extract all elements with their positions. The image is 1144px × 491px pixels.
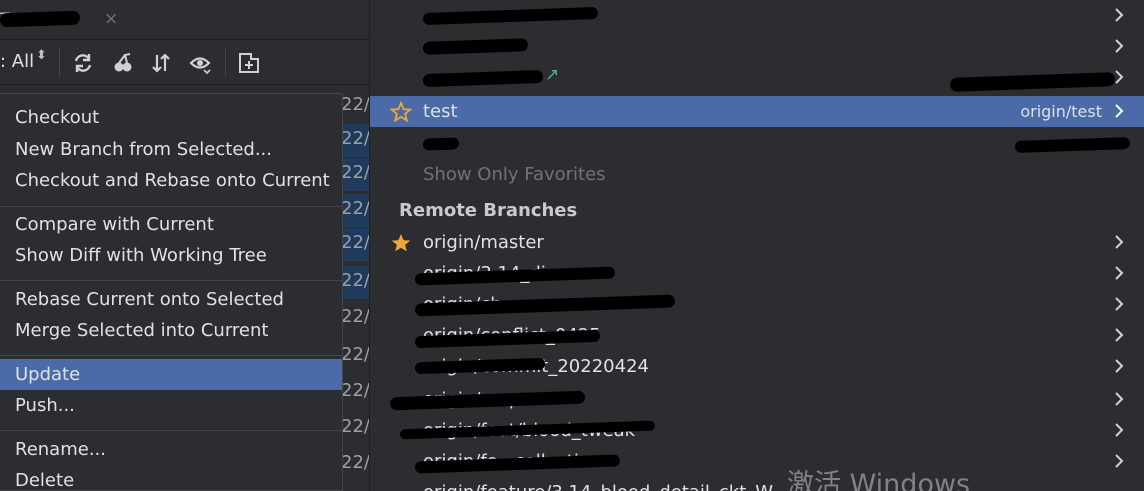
chevron-right-icon[interactable] <box>1112 296 1126 312</box>
toolbar-separator <box>59 47 60 77</box>
activate-windows-watermark: 激活 Windows <box>787 469 971 491</box>
remote-branch-row[interactable]: origin/conflict_0425 <box>370 320 1144 351</box>
chevron-right-icon[interactable] <box>1112 391 1126 407</box>
menu-separator <box>0 355 342 356</box>
remote-branch-row[interactable]: origin/3.14_discover <box>370 258 1144 289</box>
chevron-right-icon[interactable] <box>1112 422 1126 438</box>
menu-item-delete[interactable]: Delete <box>0 465 342 491</box>
dropdown-arrows-icon: ⬍ <box>36 48 47 63</box>
remote-branch-row[interactable]: origin/master <box>370 227 1144 258</box>
tab-close-icon[interactable]: × <box>104 9 118 29</box>
log-toolbar: : All ⬍ <box>0 41 369 85</box>
remote-branch-row[interactable]: origin/fe...collection <box>370 446 1144 477</box>
branch-row[interactable] <box>370 127 1144 158</box>
chevron-right-icon[interactable] <box>1112 7 1126 23</box>
favorite-star-filled-icon[interactable] <box>390 232 412 254</box>
redaction-mark <box>1014 136 1131 154</box>
chevron-right-icon[interactable] <box>1112 358 1126 374</box>
branch-context-menu: Checkout New Branch from Selected... Che… <box>0 93 343 491</box>
remote-branches-header: Remote Branches <box>399 200 578 221</box>
branch-name: origin/feature/3.14_blood_detail_ckt_W <box>423 477 773 491</box>
branch-row[interactable] <box>370 31 1144 62</box>
redaction-mark <box>422 38 529 55</box>
commit-date[interactable]: 22/ <box>341 340 369 373</box>
show-only-favorites-row[interactable]: Show Only Favorites <box>370 159 1144 190</box>
branch-row-selected[interactable]: test origin/test <box>370 96 1144 127</box>
menu-item-rebase-current-onto-selected[interactable]: Rebase Current onto Selected <box>0 284 342 315</box>
branch-filter-dropdown[interactable]: : All <box>0 51 34 72</box>
tracking-branch: origin/test <box>1020 102 1102 121</box>
branch-name: test <box>423 101 458 122</box>
commit-date[interactable]: 22/ <box>341 158 369 191</box>
chevron-right-icon[interactable] <box>1112 234 1126 250</box>
chevron-right-icon[interactable] <box>1112 327 1126 343</box>
branches-popup: ↗ test origin/test Show Only Favorites R… <box>370 0 1144 491</box>
menu-separator <box>0 280 342 281</box>
chevron-right-icon[interactable] <box>1112 265 1126 281</box>
menu-item-rename[interactable]: Rename... <box>0 434 342 465</box>
chevron-right-icon[interactable] <box>1112 38 1126 54</box>
remote-branch-row[interactable]: origin/feat/blood_tweak <box>370 415 1144 446</box>
commit-date[interactable]: 22/ <box>341 228 369 261</box>
commit-date[interactable]: 22/ <box>341 412 369 445</box>
cherry-pick-icon[interactable] <box>110 50 136 76</box>
commit-date[interactable]: 22/ <box>341 376 369 409</box>
remote-branch-row[interactable]: origin/ch <box>370 289 1144 320</box>
commit-date[interactable]: 22/ <box>341 266 369 299</box>
menu-item-checkout[interactable]: Checkout <box>0 102 342 133</box>
menu-item-merge-selected-into-current[interactable]: Merge Selected into Current <box>0 315 342 346</box>
remote-branch-row[interactable]: origin/feature/3.14_blood_detail_ckt_W <box>370 477 1144 491</box>
chevron-right-icon[interactable] <box>1112 453 1126 469</box>
git-log-tool-window: Ts 4 ▾ × : All ⬍ 22/ 22/ 22/ 22/ 22/ 22/… <box>0 0 370 491</box>
eye-icon[interactable] <box>187 50 213 76</box>
menu-item-push[interactable]: Push... <box>0 390 342 421</box>
menu-item-compare-with-current[interactable]: Compare with Current <box>0 209 342 240</box>
tab-strip: Ts 4 ▾ × <box>0 0 369 40</box>
chevron-right-icon[interactable] <box>1112 69 1126 85</box>
commit-date[interactable]: 22/ <box>341 448 369 481</box>
redaction-mark <box>422 69 544 88</box>
menu-item-checkout-and-rebase[interactable]: Checkout and Rebase onto Current <box>0 165 342 196</box>
branch-row[interactable]: ↗ <box>370 62 1144 93</box>
commit-date[interactable]: 22/ <box>341 194 369 227</box>
favorite-star-outline-icon[interactable] <box>390 101 412 123</box>
redaction-mark <box>422 6 599 26</box>
branch-name: origin/master <box>423 232 544 253</box>
chevron-right-icon[interactable] <box>1112 103 1126 119</box>
redaction-mark <box>949 72 1116 92</box>
menu-separator <box>0 430 342 431</box>
remote-branch-row[interactable]: origin/...up <box>370 384 1144 415</box>
commit-date[interactable]: 22/ <box>341 124 369 157</box>
fetch-push-icon[interactable] <box>148 50 174 76</box>
commit-date[interactable]: 22/ <box>341 302 369 335</box>
commit-date[interactable]: 22/ <box>341 90 369 123</box>
menu-item-update[interactable]: Update <box>0 359 342 390</box>
menu-item-show-diff-with-working-tree[interactable]: Show Diff with Working Tree <box>0 240 342 271</box>
incoming-commits-icon: ↗ <box>545 65 560 85</box>
menu-item-new-branch-from-selected[interactable]: New Branch from Selected... <box>0 134 342 165</box>
remote-branch-row[interactable]: origin/commit_20220424 <box>370 351 1144 382</box>
refresh-icon[interactable] <box>70 50 96 76</box>
menu-separator <box>0 206 342 207</box>
redaction-mark <box>0 10 81 28</box>
toolbar-separator <box>225 47 226 77</box>
new-tab-icon[interactable] <box>236 50 262 76</box>
redaction-mark <box>422 137 460 151</box>
show-only-favorites-link[interactable]: Show Only Favorites <box>423 159 606 190</box>
branch-row[interactable] <box>370 0 1144 31</box>
